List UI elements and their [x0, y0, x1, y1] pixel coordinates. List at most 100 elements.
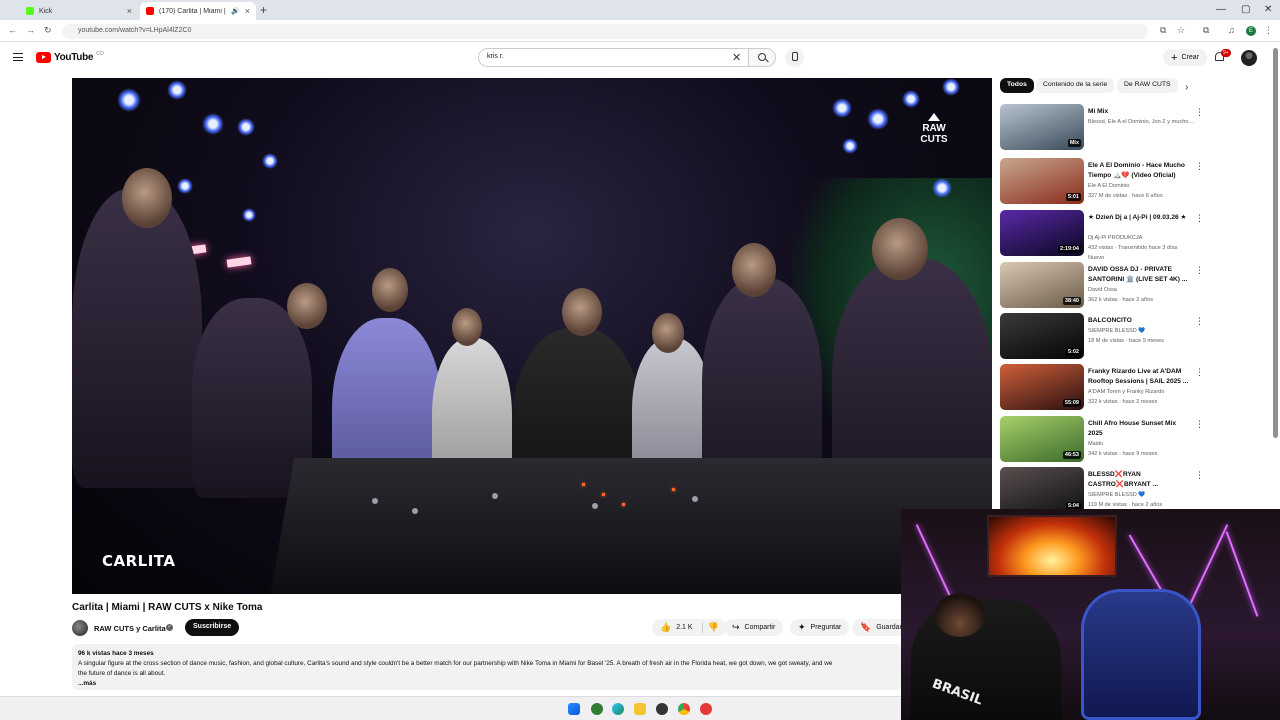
browser-profile-avatar[interactable]: E	[1246, 26, 1256, 36]
channel-avatar[interactable]	[72, 620, 88, 636]
create-button[interactable]: + Crear	[1163, 49, 1207, 66]
show-more-link[interactable]: ...más	[78, 679, 896, 689]
recommendation-channel[interactable]: A'DAM Toren y Franky Rizardo	[1088, 387, 1198, 397]
recommendation-card[interactable]: 38:40 DAVID OSSA DJ - PRIVATE SANTORINI 🏛…	[1000, 262, 1205, 308]
file-explorer-icon[interactable]	[634, 703, 646, 715]
recommendation-card[interactable]: 5:01 Ele A El Dominio - Hace Mucho Tiempo…	[1000, 158, 1205, 204]
recommendation-card[interactable]: 5:04 BLESSD❌RYAN CASTRO❌BRYANT ... SIEMPRE…	[1000, 467, 1205, 513]
red-app-icon[interactable]	[700, 703, 712, 715]
back-icon[interactable]: ←	[8, 25, 17, 35]
recommendation-title[interactable]: Mi Mix	[1088, 107, 1192, 117]
mixer-led	[622, 503, 625, 506]
app-icon[interactable]	[656, 703, 668, 715]
more-options-icon[interactable]: ⋮	[1195, 266, 1204, 275]
recommendation-channel[interactable]: SIEMPRE BLESSD 💙	[1088, 490, 1198, 500]
recommendation-stats: 432 vistas · Transmitido hace 3 días	[1088, 245, 1178, 251]
channel-name[interactable]: RAW CUTS y Carlita	[94, 624, 166, 633]
page-scrollbar[interactable]	[1273, 48, 1278, 438]
video-player[interactable]: RAW CUTS CARLITA	[72, 78, 992, 594]
close-tab-icon[interactable]: ×	[127, 6, 132, 16]
video-thumbnail[interactable]: 5:01	[1000, 158, 1084, 204]
clear-search-icon[interactable]: ✕	[732, 51, 741, 64]
tab-youtube[interactable]: (170) Carlita | Miami | RAW 🔊 ×	[140, 2, 256, 20]
more-options-icon[interactable]: ⋮	[1195, 317, 1204, 326]
more-options-icon[interactable]: ⋮	[1195, 420, 1204, 429]
recommendation-title[interactable]: Ele A El Dominio - Hace Mucho Tiempo 🏔️💔…	[1088, 161, 1192, 181]
forward-icon[interactable]: →	[26, 25, 35, 35]
more-options-icon[interactable]: ⋮	[1195, 471, 1204, 480]
streamer-head	[935, 593, 985, 637]
recommendation-title[interactable]: ★ Dzień Dj a | Aj-Pi | 09.03.26 ★	[1088, 213, 1192, 223]
more-options-icon[interactable]: ⋮	[1195, 214, 1204, 223]
hamburger-menu-icon[interactable]	[13, 53, 23, 61]
new-tab-button[interactable]: +	[260, 3, 267, 17]
recommendation-channel[interactable]: Maido	[1088, 439, 1198, 449]
maximize-icon[interactable]: ▢	[1241, 4, 1250, 15]
recommendation-channel[interactable]: Dj Aj-Pi PRODUKCJA	[1088, 233, 1198, 243]
browser-profile-taskbar-icon[interactable]	[591, 703, 603, 715]
search-button[interactable]	[748, 48, 776, 67]
speaker-icon[interactable]: 🔊	[231, 7, 240, 15]
like-button[interactable]: 👍 2.1 K 👎	[652, 619, 727, 636]
install-app-icon[interactable]: ⧉	[1160, 25, 1166, 36]
bookmark-star-icon[interactable]: ☆	[1177, 25, 1185, 36]
recommendation-channel[interactable]: SIEMPRE BLESSD 💙	[1088, 326, 1198, 336]
stage-light	[902, 90, 920, 108]
recommendation-title[interactable]: Chill Afro House Sunset Mix 2025	[1088, 419, 1192, 439]
search-input[interactable]: kris r.	[478, 48, 748, 67]
recommendation-title[interactable]: DAVID OSSA DJ - PRIVATE SANTORINI 🏛️ (LI…	[1088, 265, 1192, 285]
chip-from-channel[interactable]: De RAW CUTS	[1117, 78, 1178, 93]
video-thumbnail[interactable]: Mix	[1000, 104, 1084, 150]
recommendation-card[interactable]: 2:19:04 ★ Dzień Dj a | Aj-Pi | 09.03.26 ★…	[1000, 210, 1205, 261]
youtube-logo[interactable]: YouTube CO	[36, 51, 104, 63]
recommendation-card[interactable]: 55:09 Franky Rizardo Live at A'DAM Roofto…	[1000, 364, 1205, 410]
bookmark-icon: 🔖	[860, 622, 872, 632]
video-thumbnail[interactable]: 5:02	[1000, 313, 1084, 359]
video-thumbnail[interactable]: 38:40	[1000, 262, 1084, 308]
more-options-icon[interactable]: ⋮	[1195, 108, 1204, 117]
url-field[interactable]: youtube.com/watch?v=LHpAl4lZ2C0	[62, 24, 1148, 39]
close-tab-icon[interactable]: ×	[245, 6, 250, 16]
minimize-icon[interactable]: —	[1216, 4, 1226, 15]
recommendation-channel[interactable]: David Ossa	[1088, 285, 1198, 295]
recommendation-channel[interactable]: Blessd, Ele A el Dominio, Jon Z y mucho.…	[1088, 117, 1198, 127]
more-options-icon[interactable]: ⋮	[1195, 368, 1204, 377]
recommendation-channel[interactable]: Ele A El Dominio	[1088, 181, 1198, 191]
account-avatar[interactable]	[1241, 50, 1257, 66]
reload-icon[interactable]: ↻	[44, 25, 52, 36]
start-menu-icon[interactable]	[568, 703, 580, 715]
recommendation-card[interactable]: 46:53 Chill Afro House Sunset Mix 2025 Mai…	[1000, 416, 1205, 462]
video-thumbnail[interactable]: 2:19:04	[1000, 210, 1084, 256]
more-options-icon[interactable]: ⋮	[1195, 162, 1204, 171]
chip-todos[interactable]: Todos	[1000, 78, 1034, 93]
chrome-icon[interactable]	[678, 703, 690, 715]
filter-chips: Todos Contenido de la serie De RAW CUTS	[1000, 78, 1200, 96]
subscribe-button[interactable]: Suscribirse	[185, 619, 240, 636]
neon-light	[1225, 531, 1259, 617]
chevron-right-icon[interactable]: ›	[1185, 82, 1188, 93]
recommendation-card[interactable]: 5:02 BALCONCITO SIEMPRE BLESSD 💙 18 M de vi…	[1000, 313, 1205, 359]
extensions-icon[interactable]: ⧉	[1203, 25, 1209, 36]
thumbs-down-icon[interactable]: 👎	[708, 622, 719, 633]
stage-light	[942, 78, 960, 96]
ask-button[interactable]: ✦ Preguntar	[790, 619, 850, 636]
crowd-head	[452, 308, 482, 346]
tab-label: Kick	[39, 7, 53, 15]
video-thumbnail[interactable]: 55:09	[1000, 364, 1084, 410]
recommendation-title[interactable]: BLESSD❌RYAN CASTRO❌BRYANT ...	[1088, 470, 1192, 490]
browser-menu-icon[interactable]: ⋮	[1264, 25, 1273, 36]
description-box[interactable]: 96 k vistas hace 3 meses A singular figu…	[72, 644, 902, 690]
video-thumbnail[interactable]: 46:53	[1000, 416, 1084, 462]
edge-icon[interactable]	[612, 703, 624, 715]
tab-kick[interactable]: Kick ×	[20, 2, 138, 20]
share-button[interactable]: ↪ Compartir	[724, 619, 784, 636]
recommendation-title[interactable]: Franky Rizardo Live at A'DAM Rooftop Ses…	[1088, 367, 1192, 387]
recommendation-stats: 327 M de vistas · hace 6 años	[1088, 193, 1163, 199]
recommendation-title[interactable]: BALCONCITO	[1088, 316, 1192, 326]
video-thumbnail[interactable]: 5:04	[1000, 467, 1084, 513]
voice-search-button[interactable]	[785, 48, 804, 67]
media-icon[interactable]: ♫	[1228, 25, 1235, 35]
close-window-icon[interactable]: ✕	[1264, 4, 1272, 15]
recommendation-card[interactable]: Mix Mi Mix Blessd, Ele A el Dominio, Jon Z…	[1000, 104, 1205, 150]
chip-series-content[interactable]: Contenido de la serie	[1036, 78, 1115, 93]
